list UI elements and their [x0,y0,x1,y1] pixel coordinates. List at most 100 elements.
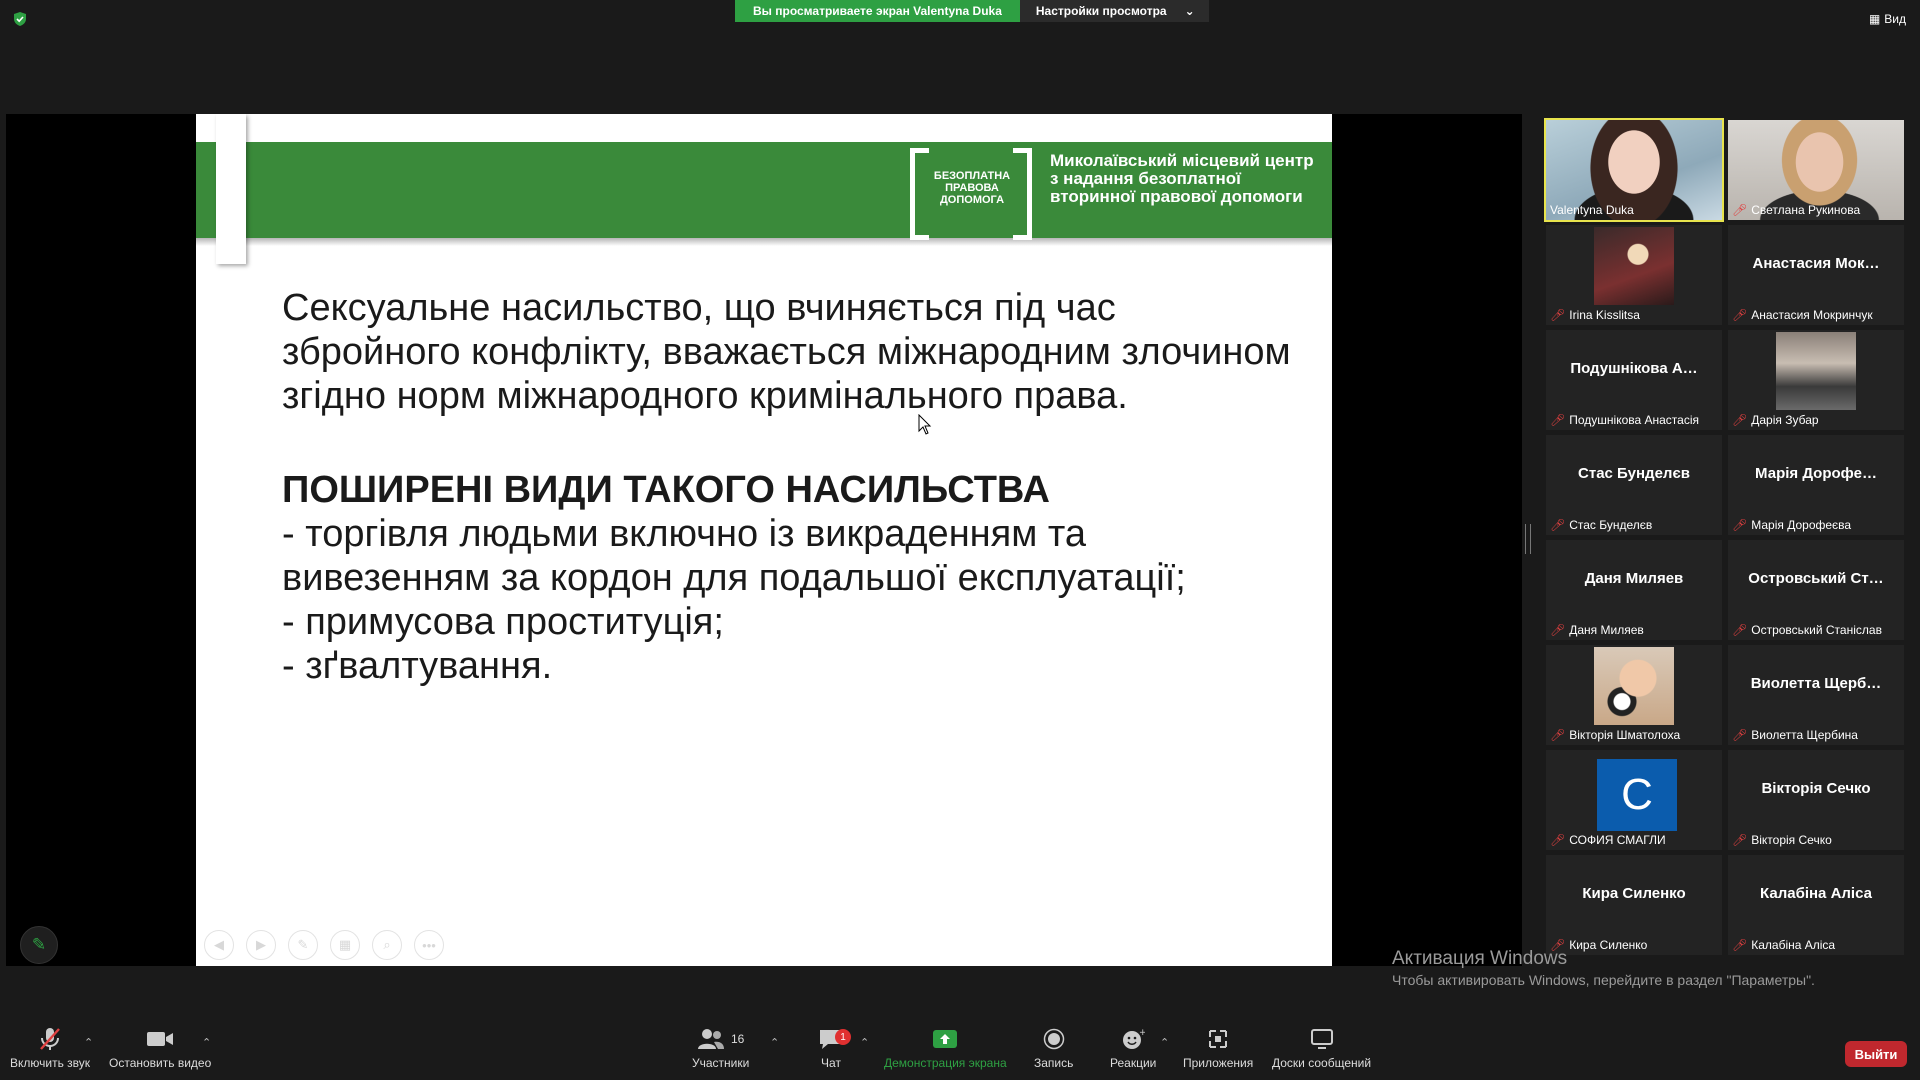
whiteboards-button[interactable]: Доски сообщений [1272,1026,1371,1070]
participant-name-bar: 🎤︎ СОФИЯ СМАГЛИ [1550,833,1666,847]
mic-muted-icon: 🎤︎ [1550,833,1566,847]
participant-tile[interactable]: 🎤︎ Irina Kisslitsa [1546,225,1722,325]
slide-body: Сексуальне насильство, що вчиняється під… [282,286,1292,688]
mic-muted-icon: 🎤︎ [1550,728,1566,742]
zoom-icon[interactable]: ⌕ [372,930,402,960]
participant-tile[interactable]: Стас Бунделєв 🎤︎ Стас Бунделєв [1546,435,1722,535]
participant-tile[interactable]: Даня Миляев 🎤︎ Даня Миляев [1546,540,1722,640]
more-options-icon[interactable]: ••• [414,930,444,960]
logo-right-bracket [1013,148,1032,240]
record-icon [1043,1026,1065,1052]
participant-tile[interactable]: Valentyna Duka [1544,118,1724,222]
logo-left-bracket [910,148,929,240]
participant-tile[interactable]: Марія Дорофе… 🎤︎ Марія Дорофеєва [1728,435,1904,535]
whiteboard-icon [1310,1026,1334,1052]
mic-muted-icon [38,1026,62,1052]
share-screen-icon [932,1026,958,1052]
split-resize-handle[interactable] [1525,524,1531,554]
participant-name-bar: 🎤︎ Островський Станіслав [1732,623,1882,637]
participant-name: Valentyna Duka [1550,203,1634,217]
participant-display-name: Анастасия Мок… [1752,255,1880,272]
security-shield-icon[interactable] [12,11,28,27]
participant-tile[interactable]: C 🎤︎ СОФИЯ СМАГЛИ [1546,750,1722,850]
participant-name: Виолетта Щербина [1751,728,1858,742]
mic-muted-icon: 🎤︎ [1732,518,1748,532]
slideshow-toolbar: ◀ ▶ ✎ ▦ ⌕ ••• [204,930,444,960]
participant-name-bar: 🎤︎ Светлана Рукинова [1732,203,1860,217]
mic-muted-icon: 🎤︎ [1732,413,1748,427]
participant-tile[interactable]: Анастасия Мок… 🎤︎ Анастасия Мокринчук [1728,225,1904,325]
mic-muted-icon: 🎤︎ [1550,413,1566,427]
mic-muted-icon: 🎤︎ [1732,728,1748,742]
share-banner: Вы просматриваете экран Valentyna Duka Н… [735,0,1209,22]
participant-photo [1594,647,1674,725]
chevron-down-icon: ⌄ [1184,4,1195,18]
view-options-label: Настройки просмотра [1035,4,1167,18]
participant-name-bar: 🎤︎ Марія Дорофеєва [1732,518,1851,532]
next-slide-icon[interactable]: ▶ [246,930,276,960]
windows-activation-title: Активация Windows [1392,948,1568,969]
participant-display-name: Островський Ст… [1748,570,1884,587]
participant-name: Irina Kisslitsa [1569,308,1640,322]
leave-meeting-button[interactable]: Выйти [1845,1041,1907,1067]
participant-tile[interactable]: 🎤︎ Вікторія Шматолоха [1546,645,1722,745]
participant-name-bar: 🎤︎ Вікторія Шматолоха [1550,728,1680,742]
participant-name-bar: Valentyna Duka [1550,203,1634,217]
participant-tile[interactable]: Виолетта Щерб… 🎤︎ Виолетта Щербина [1728,645,1904,745]
participants-icon: 16 [697,1026,744,1052]
reactions-options-chevron-icon[interactable]: ⌃ [1160,1036,1169,1049]
pen-icon[interactable]: ✎ [288,930,318,960]
slide-bookmark-tab [216,114,246,264]
previous-slide-icon[interactable]: ◀ [204,930,234,960]
slide-list-item: - примусова проституція; [282,601,724,643]
unmute-label: Включить звук [10,1056,91,1070]
participants-options-chevron-icon[interactable]: ⌃ [770,1036,779,1049]
slide-list-item: - зґвалтування. [282,645,553,687]
view-options-dropdown[interactable]: Настройки просмотра ⌄ [1019,0,1209,22]
view-button[interactable]: ▦ Вид [1869,12,1906,26]
chat-unread-badge: 1 [835,1029,851,1045]
participant-tile[interactable]: Калабіна Аліса 🎤︎ Калабіна Аліса [1728,855,1904,955]
participant-tile[interactable]: Островський Ст… 🎤︎ Островський Станіслав [1728,540,1904,640]
participants-button[interactable]: 16 Участники [692,1026,749,1070]
stop-video-button[interactable]: Остановить видео [109,1026,211,1070]
participant-name-bar: 🎤︎ Вікторія Сечко [1732,833,1832,847]
participant-tile[interactable]: Вікторія Сечко 🎤︎ Вікторія Сечко [1728,750,1904,850]
chat-label: Чат [821,1056,841,1070]
mic-muted-icon: 🎤︎ [1732,308,1748,322]
participant-display-name: Виолетта Щерб… [1750,675,1882,692]
participant-name: Светлана Рукинова [1751,203,1861,217]
stop-video-label: Остановить видео [109,1056,212,1070]
chat-options-chevron-icon[interactable]: ⌃ [860,1036,869,1049]
reactions-button[interactable]: + Реакции [1110,1026,1156,1070]
participant-tile[interactable]: Кира Силенко 🎤︎ Кира Силенко [1546,855,1722,955]
see-all-slides-icon[interactable]: ▦ [330,930,360,960]
audio-options-chevron-icon[interactable]: ⌃ [84,1036,93,1049]
share-banner-text: Вы просматриваете экран Valentyna Duka [735,0,1020,22]
apps-button[interactable]: Приложения [1183,1026,1253,1070]
unmute-button[interactable]: Включить звук [10,1026,90,1070]
participant-photo [1594,227,1674,305]
slide-header-shadow [196,238,1332,246]
whiteboards-label: Доски сообщений [1272,1056,1372,1070]
view-button-label: Вид [1884,12,1906,26]
video-options-chevron-icon[interactable]: ⌃ [202,1036,211,1049]
participant-name-bar: 🎤︎ Стас Бунделєв [1550,518,1652,532]
grid-view-icon: ▦ [1868,12,1881,26]
participant-name: Кира Силенко [1569,938,1648,952]
svg-text:+: + [1139,1028,1145,1038]
participant-tile[interactable]: 🎤︎ Дарія Зубар [1728,330,1904,430]
share-screen-button[interactable]: Демонстрация экрана [884,1026,1007,1070]
mic-muted-icon: 🎤︎ [1732,623,1748,637]
slide-heading: ПОШИРЕНІ ВИДИ ТАКОГО НАСИЛЬСТВА [282,469,1050,511]
apps-label: Приложения [1183,1056,1254,1070]
participant-name: Подушнікова Анастасія [1569,413,1700,427]
participant-tile[interactable]: 🎤︎ Светлана Рукинова [1728,120,1904,220]
participant-tile[interactable]: Подушнікова А… 🎤︎ Подушнікова Анастасія [1546,330,1722,430]
participant-display-name: Калабіна Аліса [1760,885,1872,902]
annotate-pencil-icon[interactable]: ✎ [20,926,58,964]
participant-name: Даня Миляев [1569,623,1644,637]
logo-text: БЕЗОПЛАТНА ПРАВОВА ДОПОМОГА [933,170,1011,206]
record-button[interactable]: Запись [1034,1026,1073,1070]
reactions-label: Реакции [1110,1056,1157,1070]
